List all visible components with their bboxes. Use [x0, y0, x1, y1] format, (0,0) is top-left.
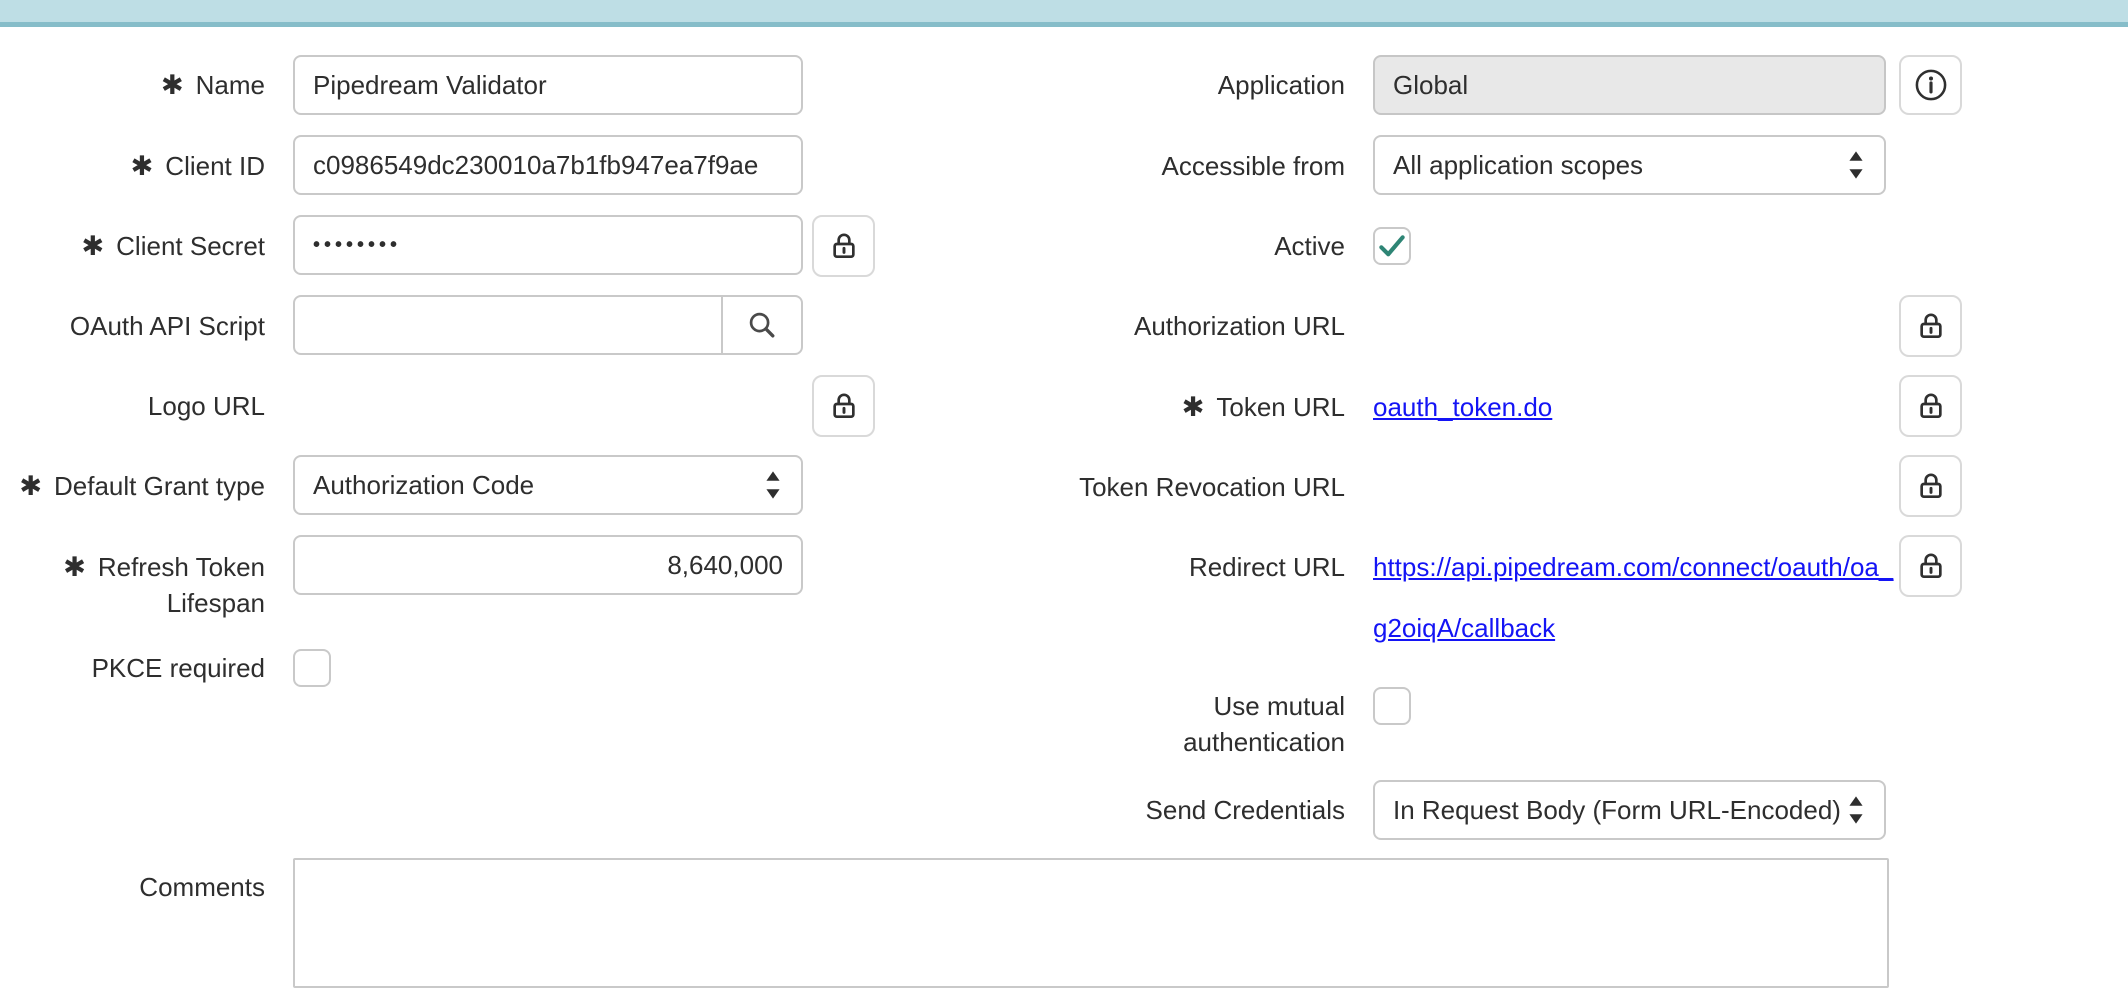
client-id-input[interactable] — [293, 135, 803, 195]
required-icon: ✱ — [131, 148, 154, 184]
client-secret-lock-button[interactable] — [812, 215, 875, 277]
refresh-token-lifespan-label: ✱Refresh Token Lifespan — [0, 549, 265, 621]
required-icon: ✱ — [1182, 389, 1205, 425]
name-label: ✱Name — [0, 67, 265, 103]
use-mutual-authentication-checkbox[interactable] — [1373, 687, 1411, 725]
accessible-from-label: Accessible from — [950, 148, 1345, 184]
lock-icon — [828, 230, 860, 262]
refresh-token-lifespan-input[interactable] — [293, 535, 803, 595]
select-arrows-icon — [1846, 794, 1866, 826]
send-credentials-select[interactable]: In Request Body (Form URL-Encoded) — [1373, 780, 1886, 840]
required-icon: ✱ — [161, 67, 184, 103]
comments-label: Comments — [0, 869, 265, 905]
token-url-lock-button[interactable] — [1899, 375, 1962, 437]
default-grant-type-select[interactable]: Authorization Code — [293, 455, 803, 515]
token-revocation-url-label: Token Revocation URL — [950, 469, 1345, 505]
oauth-api-script-label: OAuth API Script — [0, 308, 265, 344]
select-arrows-icon — [1846, 149, 1866, 181]
authorization-url-label: Authorization URL — [950, 308, 1345, 344]
pkce-required-label: PKCE required — [0, 650, 265, 686]
accessible-from-select[interactable]: All application scopes — [1373, 135, 1886, 195]
lock-icon — [1915, 550, 1947, 582]
lock-icon — [828, 390, 860, 422]
search-icon — [745, 308, 779, 342]
select-arrows-icon — [763, 469, 783, 501]
lock-icon — [1915, 310, 1947, 342]
oauth-api-script-search-button[interactable] — [721, 297, 801, 353]
send-credentials-label: Send Credentials — [950, 792, 1345, 828]
token-url-link[interactable]: oauth_token.do — [1373, 389, 1552, 425]
lock-icon — [1915, 390, 1947, 422]
logo-url-label: Logo URL — [0, 388, 265, 424]
default-grant-type-label: ✱Default Grant type — [0, 468, 265, 504]
section-header-strip — [0, 0, 2128, 27]
application-info-button[interactable] — [1899, 55, 1962, 115]
active-label: Active — [950, 228, 1345, 264]
pkce-required-checkbox[interactable] — [293, 649, 331, 687]
redirect-url-lock-button[interactable] — [1899, 535, 1962, 597]
oauth-api-script-input[interactable] — [295, 297, 721, 353]
redirect-url-link[interactable]: https://api.pipedream.com/connect/oauth/… — [1373, 549, 1893, 646]
logo-url-lock-button[interactable] — [812, 375, 875, 437]
oauth-api-script-field — [293, 295, 803, 355]
token-revocation-url-lock-button[interactable] — [1899, 455, 1962, 517]
redirect-url-label: Redirect URL — [950, 549, 1345, 585]
authorization-url-lock-button[interactable] — [1899, 295, 1962, 357]
name-input[interactable] — [293, 55, 803, 115]
checkmark-icon — [1376, 230, 1408, 262]
application-label: Application — [950, 67, 1345, 103]
client-id-label: ✱Client ID — [0, 148, 265, 184]
required-icon: ✱ — [63, 549, 86, 585]
lock-icon — [1915, 470, 1947, 502]
use-mutual-authentication-label: Use mutual authentication — [950, 688, 1345, 760]
client-secret-label: ✱Client Secret — [0, 228, 265, 264]
active-checkbox[interactable] — [1373, 227, 1411, 265]
token-url-label: ✱Token URL — [950, 389, 1345, 425]
required-icon: ✱ — [82, 228, 105, 264]
info-icon — [1913, 67, 1949, 103]
application-field — [1373, 55, 1886, 115]
comments-textarea[interactable] — [293, 858, 1889, 988]
client-secret-input[interactable] — [293, 215, 803, 275]
required-icon: ✱ — [19, 468, 42, 504]
